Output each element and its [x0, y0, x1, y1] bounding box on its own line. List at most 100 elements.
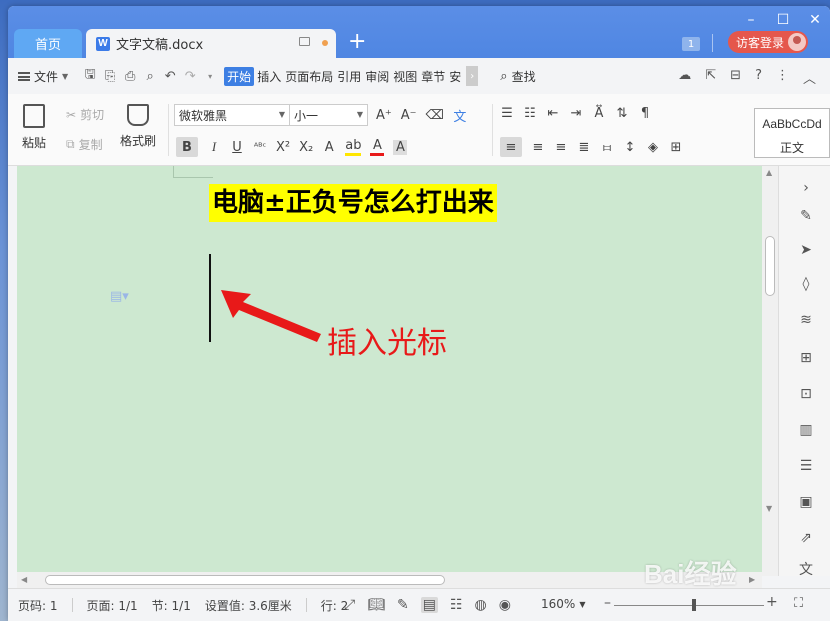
- zoom-out-button[interactable]: –: [604, 595, 611, 611]
- close-button[interactable]: ✕: [808, 12, 822, 28]
- grid-icon[interactable]: ⊡: [798, 386, 814, 402]
- chart-icon[interactable]: ▥: [798, 422, 814, 438]
- collaborate-icon[interactable]: ⊟: [730, 68, 741, 87]
- outline-view-icon[interactable]: ☷: [450, 597, 463, 613]
- justify-icon[interactable]: ≣: [577, 140, 591, 155]
- bullet-list-icon[interactable]: ☰: [500, 106, 514, 121]
- subscript-icon[interactable]: X₂: [299, 140, 313, 155]
- maximize-button[interactable]: ☐: [776, 12, 790, 28]
- grow-font-icon[interactable]: A⁺: [376, 108, 392, 123]
- cloud-icon[interactable]: ☁: [678, 68, 691, 87]
- italic-button[interactable]: I: [207, 139, 221, 155]
- notification-badge[interactable]: 1: [682, 37, 700, 51]
- copy-button[interactable]: ⧉ 复制: [66, 136, 103, 153]
- print-icon[interactable]: ⎙: [120, 69, 140, 84]
- zoom-select[interactable]: 160% ▼: [541, 597, 585, 611]
- tab-review[interactable]: 审阅: [364, 68, 390, 85]
- dropdown-icon[interactable]: ▾: [200, 72, 220, 81]
- tab-security[interactable]: 安: [448, 68, 462, 85]
- underline-button[interactable]: U: [230, 140, 244, 155]
- more-icon[interactable]: ⋮: [776, 68, 789, 87]
- increase-indent-icon[interactable]: ⇥: [569, 106, 583, 121]
- scroll-up-icon[interactable]: ▲: [766, 168, 772, 177]
- scroll-left-icon[interactable]: ◀: [21, 575, 27, 584]
- screen-icon[interactable]: [299, 37, 310, 46]
- font-color-icon[interactable]: A: [370, 138, 385, 156]
- font-name-select[interactable]: 微软雅黑 ▼: [174, 104, 290, 126]
- status-page[interactable]: 页面: 1/1: [87, 597, 138, 614]
- sort-icon[interactable]: ⇅: [615, 106, 629, 121]
- scroll-right-icon[interactable]: ▶: [749, 575, 755, 584]
- tab-insert[interactable]: 插入: [256, 68, 282, 85]
- collapse-ribbon-icon[interactable]: ︿: [803, 68, 816, 87]
- file-menu[interactable]: 文件 ▼: [18, 68, 68, 85]
- save-icon[interactable]: 🖫: [80, 65, 100, 87]
- vertical-scrollbar[interactable]: ▲ ▼: [762, 166, 778, 576]
- document-canvas[interactable]: 电脑±正负号怎么打出来 ▤▾ 插入光标: [17, 166, 762, 576]
- fit-page-icon[interactable]: ⤢: [344, 597, 355, 613]
- tab-page-layout[interactable]: 页面布局: [284, 68, 334, 85]
- search-button[interactable]: ⌕ 查找: [500, 68, 535, 85]
- page-view-icon[interactable]: ▤: [420, 597, 438, 613]
- style-normal[interactable]: AaBbCcDd 正文: [754, 108, 830, 158]
- tab-start[interactable]: 开始: [224, 66, 255, 86]
- format-painter-button[interactable]: 格式刷: [120, 104, 156, 149]
- undo-icon[interactable]: ↶: [160, 69, 180, 84]
- decrease-indent-icon[interactable]: ⇤: [546, 106, 560, 121]
- write-mode-icon[interactable]: ✎: [397, 597, 409, 613]
- document-title-text[interactable]: 电脑±正负号怎么打出来: [209, 184, 497, 222]
- cut-button[interactable]: ✂ 剪切: [66, 106, 104, 123]
- status-setting-value[interactable]: 设置值: 3.6厘米: [205, 597, 292, 614]
- text-direction-icon[interactable]: A⃡: [592, 106, 606, 121]
- text-effect-icon[interactable]: A: [322, 140, 336, 155]
- tab-view[interactable]: 视图: [392, 68, 418, 85]
- distribute-icon[interactable]: ⧦: [600, 140, 614, 155]
- paragraph-menu-icon[interactable]: ▤▾: [110, 289, 129, 304]
- image-icon[interactable]: ▣: [798, 494, 814, 510]
- collapse-arrow-icon[interactable]: ›: [798, 180, 814, 196]
- help-icon[interactable]: ?: [755, 68, 762, 87]
- minimize-button[interactable]: –: [744, 12, 758, 28]
- tab-home[interactable]: 首页: [14, 29, 82, 58]
- align-right-icon[interactable]: ≡: [554, 140, 568, 155]
- table-icon[interactable]: ⊞: [798, 350, 814, 366]
- vertical-scroll-thumb[interactable]: [765, 236, 775, 296]
- guest-login-button[interactable]: 访客登录: [728, 31, 808, 53]
- tab-references[interactable]: 引用: [336, 68, 362, 85]
- border-icon[interactable]: ⊞: [669, 140, 683, 155]
- paste-button[interactable]: 粘贴: [22, 104, 46, 151]
- layers-icon[interactable]: ≋: [798, 312, 814, 328]
- zoom-in-button[interactable]: +: [766, 594, 778, 610]
- select-icon[interactable]: ➤: [798, 242, 814, 258]
- numbered-list-icon[interactable]: ☷: [523, 106, 537, 121]
- eye-protection-icon[interactable]: ◉: [499, 597, 511, 613]
- align-center-icon[interactable]: ≡: [531, 140, 545, 155]
- show-marks-icon[interactable]: ¶: [638, 106, 652, 121]
- shapes-icon[interactable]: ◊: [798, 276, 814, 292]
- export-icon[interactable]: ⎘: [100, 69, 120, 84]
- zoom-slider-handle[interactable]: [692, 599, 696, 611]
- superscript-icon[interactable]: X²: [276, 140, 290, 155]
- strikethrough-icon[interactable]: ᴬᴮᶜ: [253, 142, 267, 153]
- align-left-icon[interactable]: ≡: [500, 137, 522, 157]
- status-page-number[interactable]: 页码: 1: [18, 597, 58, 614]
- settings-sliders-icon[interactable]: ☰: [798, 458, 814, 474]
- share-out-icon[interactable]: ⇗: [798, 530, 814, 546]
- fullscreen-icon[interactable]: ⛶: [794, 596, 803, 611]
- highlight-icon[interactable]: ab: [345, 138, 362, 156]
- status-section[interactable]: 节: 1/1: [152, 597, 191, 614]
- clear-format-icon[interactable]: ⌫: [426, 108, 444, 123]
- font-size-select[interactable]: 小一 ▼: [290, 104, 368, 126]
- shrink-font-icon[interactable]: A⁻: [401, 108, 417, 123]
- bold-button[interactable]: B: [176, 137, 198, 157]
- tab-document[interactable]: W 文字文稿.docx: [86, 29, 336, 58]
- horizontal-scroll-thumb[interactable]: [45, 575, 445, 585]
- zoom-slider-track[interactable]: [614, 605, 764, 606]
- tab-chapter[interactable]: 章节: [420, 68, 446, 85]
- scroll-down-icon[interactable]: ▼: [766, 504, 772, 513]
- reading-mode-icon[interactable]: 📖︎: [367, 597, 385, 613]
- pen-icon[interactable]: ✎: [798, 208, 814, 224]
- phonetic-icon[interactable]: 文: [453, 106, 467, 125]
- more-tabs-button[interactable]: ›: [466, 66, 479, 86]
- add-tab-button[interactable]: +: [348, 31, 366, 53]
